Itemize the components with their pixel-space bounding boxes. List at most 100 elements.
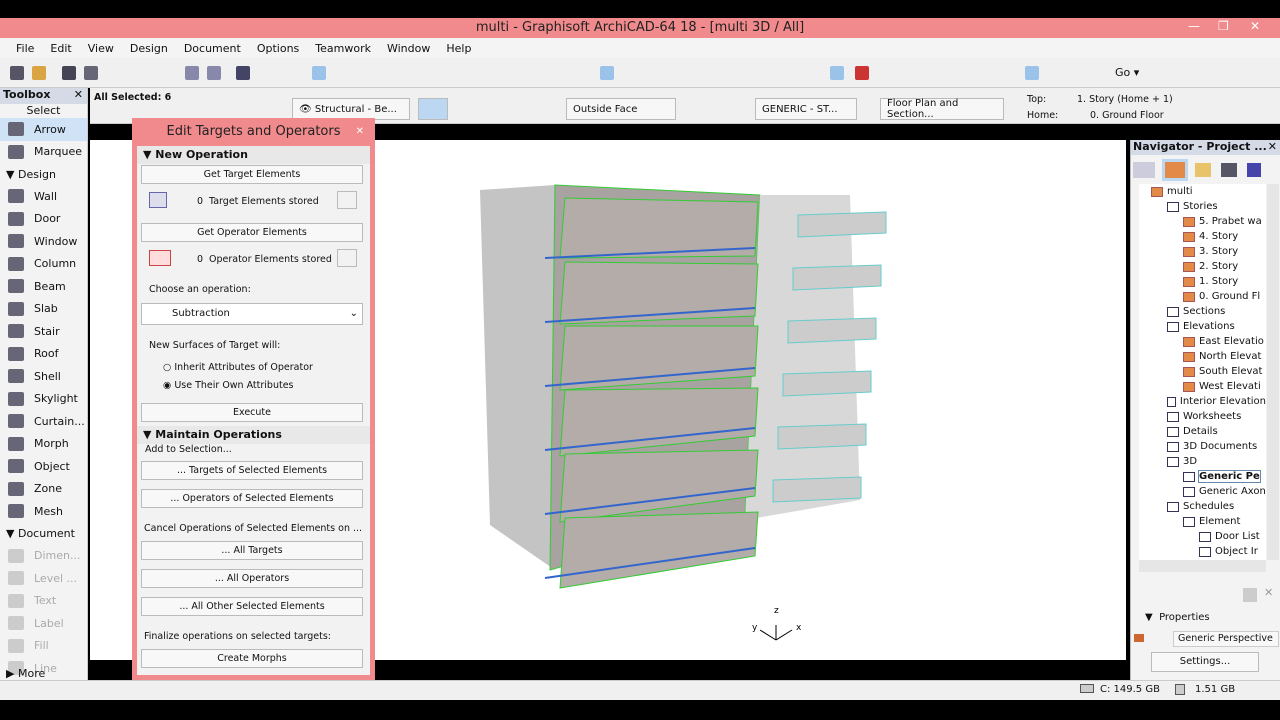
show-operators-button[interactable] — [337, 249, 357, 267]
composite-selector[interactable]: GENERIC - ST... — [755, 98, 857, 120]
tool-column[interactable]: Column — [0, 253, 87, 276]
layer-selector[interactable]: 👁 Structural - Be... — [292, 98, 410, 120]
restore-button[interactable]: ❐ — [1218, 19, 1229, 33]
tool-curtain[interactable]: Curtain... — [0, 410, 87, 433]
tool-zone[interactable]: Zone — [0, 478, 87, 501]
home-value[interactable]: 0. Ground Floor — [1090, 110, 1164, 121]
tree-item[interactable]: Details — [1139, 424, 1266, 439]
tree-item[interactable]: 2. Story — [1139, 259, 1266, 274]
tree-item[interactable]: 4. Story — [1139, 229, 1266, 244]
tool-shell[interactable]: Shell — [0, 365, 87, 388]
tool-slab[interactable]: Slab — [0, 298, 87, 321]
all-other-button[interactable]: ... All Other Selected Elements — [141, 597, 363, 616]
tree-item[interactable]: Door List — [1139, 529, 1266, 544]
tree-item[interactable]: Elevations — [1139, 319, 1266, 334]
publisher-icon[interactable] — [1133, 162, 1155, 178]
all-targets-button[interactable]: ... All Targets — [141, 541, 363, 560]
project-map-icon[interactable] — [1162, 159, 1188, 181]
tree-scrollbar[interactable] — [1267, 184, 1279, 560]
view-name-field[interactable]: Generic Perspective — [1173, 631, 1279, 647]
new-operation-section[interactable]: ▼ New Operation — [137, 146, 370, 164]
undo-icon[interactable] — [185, 66, 199, 80]
tree-item[interactable]: North Elevat — [1139, 349, 1266, 364]
tool-arrow[interactable]: Arrow — [0, 118, 87, 141]
snap-icon[interactable] — [312, 66, 326, 80]
tree-hscrollbar[interactable] — [1139, 560, 1266, 572]
tool-mesh[interactable]: Mesh — [0, 500, 87, 523]
close-icon[interactable]: ✕ — [356, 118, 364, 146]
menu-file[interactable]: File — [16, 42, 34, 55]
tool-roof[interactable]: Roof — [0, 343, 87, 366]
redo-icon[interactable] — [207, 66, 221, 80]
paint-icon[interactable] — [855, 66, 869, 80]
menu-edit[interactable]: Edit — [50, 42, 71, 55]
menu-view[interactable]: View — [88, 42, 114, 55]
document-section-toggle[interactable]: ▼ Document — [0, 523, 87, 545]
tool-skylight[interactable]: Skylight — [0, 388, 87, 411]
open-icon[interactable] — [32, 66, 46, 80]
tree-item[interactable]: 3. Story — [1139, 244, 1266, 259]
surface-selector[interactable]: Outside Face — [566, 98, 676, 120]
tree-item[interactable]: Element — [1139, 514, 1266, 529]
operation-dropdown[interactable]: Subtraction ⌄ — [141, 303, 363, 325]
all-operators-button[interactable]: ... All Operators — [141, 569, 363, 588]
tree-item[interactable]: Generic Axon — [1139, 484, 1266, 499]
tree-item[interactable]: 1. Story — [1139, 274, 1266, 289]
tree-item[interactable]: Stories — [1139, 199, 1266, 214]
targets-selected-button[interactable]: ... Targets of Selected Elements — [141, 461, 363, 480]
menu-document[interactable]: Document — [184, 42, 241, 55]
close-icon[interactable]: ✕ — [74, 88, 83, 101]
3d-view-icon[interactable] — [1025, 66, 1039, 80]
tree-item[interactable]: multi — [1139, 184, 1266, 199]
tree-item[interactable]: 0. Ground Fl — [1139, 289, 1266, 304]
tool-beam[interactable]: Beam — [0, 275, 87, 298]
maintain-operations-section[interactable]: ▼ Maintain Operations — [137, 426, 370, 444]
create-morphs-button[interactable]: Create Morphs — [141, 649, 363, 668]
close-button[interactable]: ✕ — [1250, 19, 1260, 33]
tool-text[interactable]: Text — [0, 590, 87, 613]
tree-item[interactable]: 3D — [1139, 454, 1266, 469]
menu-help[interactable]: Help — [446, 42, 471, 55]
menu-teamwork[interactable]: Teamwork — [315, 42, 371, 55]
gravity-icon[interactable] — [600, 66, 614, 80]
new-icon[interactable] — [10, 66, 24, 80]
get-operator-button[interactable]: Get Operator Elements — [141, 223, 363, 242]
tool-object[interactable]: Object — [0, 455, 87, 478]
go-menu[interactable]: Go ▾ — [1115, 66, 1139, 79]
tree-item[interactable]: South Elevat — [1139, 364, 1266, 379]
tool-level[interactable]: Level ... — [0, 567, 87, 590]
minimize-button[interactable]: — — [1188, 19, 1200, 33]
tree-item[interactable]: Generic Pe — [1139, 469, 1266, 484]
tree-item[interactable]: Object Ir — [1139, 544, 1266, 559]
publisher-sets-icon[interactable] — [1247, 163, 1261, 177]
tool-wall[interactable]: Wall — [0, 185, 87, 208]
execute-button[interactable]: Execute — [141, 403, 363, 422]
tool-window[interactable]: Window — [0, 230, 87, 253]
radio-inherit[interactable]: ○ Inherit Attributes of Operator — [163, 362, 313, 373]
tool-fill[interactable]: Fill — [0, 635, 87, 658]
operators-selected-button[interactable]: ... Operators of Selected Elements — [141, 489, 363, 508]
save-icon[interactable] — [62, 66, 76, 80]
radio-own-attributes[interactable]: ◉ Use Their Own Attributes — [163, 380, 294, 391]
find-select-icon[interactable] — [236, 66, 250, 80]
geometry-method-button[interactable] — [418, 98, 448, 120]
tool-stair[interactable]: Stair — [0, 320, 87, 343]
properties-toggle[interactable]: ▼ Properties — [1145, 612, 1210, 623]
menu-options[interactable]: Options — [257, 42, 299, 55]
tool-dimen[interactable]: Dimen... — [0, 545, 87, 568]
tree-item[interactable]: Worksheets — [1139, 409, 1266, 424]
top-value[interactable]: 1. Story (Home + 1) — [1077, 94, 1173, 105]
settings-button[interactable]: Settings... — [1151, 652, 1259, 672]
tree-item[interactable]: East Elevatio — [1139, 334, 1266, 349]
tree-item[interactable]: 3D Documents — [1139, 439, 1266, 454]
layout-book-icon[interactable] — [1221, 163, 1237, 177]
close-icon[interactable]: ✕ — [1268, 140, 1277, 153]
tool-door[interactable]: Door — [0, 208, 87, 231]
tree-item[interactable]: Sections — [1139, 304, 1266, 319]
tool-morph[interactable]: Morph — [0, 433, 87, 456]
show-targets-button[interactable] — [337, 191, 357, 209]
design-section-toggle[interactable]: ▼ Design — [0, 163, 87, 185]
tool-label[interactable]: Label — [0, 612, 87, 635]
get-target-button[interactable]: Get Target Elements — [141, 165, 363, 184]
print-icon[interactable] — [84, 66, 98, 80]
